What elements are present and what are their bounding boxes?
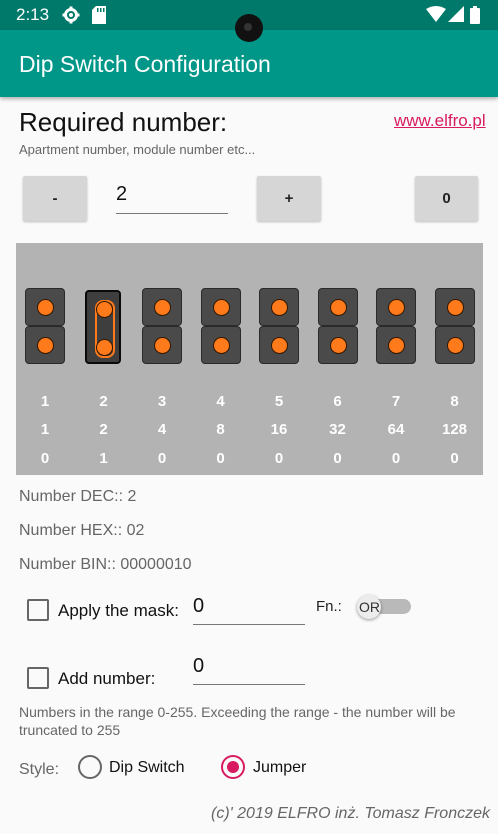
pin-top [142,288,182,326]
switch-position-label: 4 [216,393,225,410]
switch-weight-label: 64 [387,421,405,438]
switch-weight-label: 128 [441,421,468,438]
pin-dot [37,337,54,354]
switch-bit-label: 1 [99,450,108,467]
switch-position-label: 3 [157,393,167,410]
wifi-icon [426,6,446,27]
switch-weight-label: 16 [270,421,288,438]
switch-1[interactable] [25,288,65,368]
switch-position-label: 2 [99,393,108,410]
switch-weight-label: 32 [329,421,346,438]
switch-position-label: 7 [391,393,401,410]
pin-dot [271,299,288,316]
pin-dot [329,299,347,316]
pin-dot [212,337,230,354]
pin-bottom [317,326,358,364]
switch-position-label: 1 [40,393,50,410]
pin-dot [446,299,464,316]
decrement-button[interactable]: - [23,176,87,221]
settings-status-icon [62,6,80,29]
required-subtitle: Apartment number, module number etc... [19,142,256,157]
jumper-bridge[interactable] [84,290,121,364]
pin-top [317,288,358,326]
app-title: Dip Switch Configuration [19,51,271,77]
switch-bit-label: 0 [333,450,342,467]
mask-input[interactable]: 0 [193,595,305,625]
pin-bottom [376,326,416,364]
pin-top [25,288,65,326]
number-hex: Number HEX:: 02 [19,522,145,539]
switch-3[interactable] [142,288,182,368]
add-number-input[interactable]: 0 [193,655,305,685]
copyright-footer: (c)' 2019 ELFRO inż. Tomasz Fronczek [211,805,490,822]
increment-button[interactable]: + [257,176,321,221]
switch-weight-label: 4 [157,421,167,438]
number-bin: Number BIN:: 00000010 [19,556,192,573]
switch-8[interactable] [434,288,475,368]
pin-top [376,288,416,326]
style-jumper-label[interactable]: Jumper [253,759,306,777]
pin-top [200,288,241,326]
number-dec: Number DEC:: 2 [19,488,137,505]
pin-dot [329,337,347,354]
switch-6[interactable] [317,288,358,368]
pin-dot [446,337,464,354]
sd-card-icon [92,6,106,29]
style-dip-label[interactable]: Dip Switch [109,759,185,777]
add-number-label: Add number: [58,669,156,688]
pin-bottom [434,326,475,364]
elfro-link[interactable]: www.elfro.pl [394,111,486,131]
style-dip-radio[interactable] [78,755,102,779]
switch-5[interactable] [259,288,299,368]
status-time: 2:13 [16,5,50,24]
pin-dot [154,299,171,316]
switch-weight-label: 1 [40,421,50,438]
style-label: Style: [19,761,60,778]
pin-bottom [200,326,241,364]
switch-bit-label: 0 [274,450,284,467]
pin-dot [271,337,288,354]
switch-bit-label: 0 [391,450,401,467]
reset-zero-button[interactable]: 0 [415,176,478,221]
pin-top [95,301,113,318]
switch-2[interactable] [84,288,124,368]
pin-dot [212,299,230,316]
pin-bottom [95,339,113,356]
switch-weight-label: 8 [216,421,225,438]
fn-toggle-label: OR [359,599,380,615]
switch-bit-label: 0 [40,450,50,467]
pin-bottom [142,326,182,364]
pin-bottom [259,326,299,364]
mask-label: Apply the mask: [58,601,179,620]
add-number-checkbox[interactable] [27,667,49,689]
pin-bottom [25,326,65,364]
pin-dot [154,337,171,354]
switch-position-label: 8 [450,393,459,410]
style-jumper-radio[interactable] [221,755,245,779]
pin-dot [388,337,405,354]
pin-top [434,288,475,326]
jumper-panel: 1 1 0 2 2 1 3 4 0 4 8 0 5 16 0 6 32 0 7 64 0 8 128 0 [16,243,483,475]
pin-dot [388,299,405,316]
battery-icon [470,6,480,29]
switch-bit-label: 0 [216,450,225,467]
mask-checkbox[interactable] [27,599,49,621]
camera-cutout [235,14,263,42]
required-number-input[interactable]: 2 [116,183,228,214]
pin-top [259,288,299,326]
switch-7[interactable] [376,288,416,368]
switch-position-label: 5 [274,393,284,410]
range-note: Numbers in the range 0-255. Exceeding th… [19,704,456,738]
switch-bit-label: 0 [157,450,167,467]
switch-position-label: 6 [333,393,342,410]
switch-bit-label: 0 [450,450,459,467]
signal-icon [448,6,464,27]
required-heading: Required number: [19,107,228,137]
fn-label: Fn.: [316,598,342,615]
switch-weight-label: 2 [99,421,108,438]
switch-4[interactable] [200,288,241,368]
pin-dot [37,299,54,316]
